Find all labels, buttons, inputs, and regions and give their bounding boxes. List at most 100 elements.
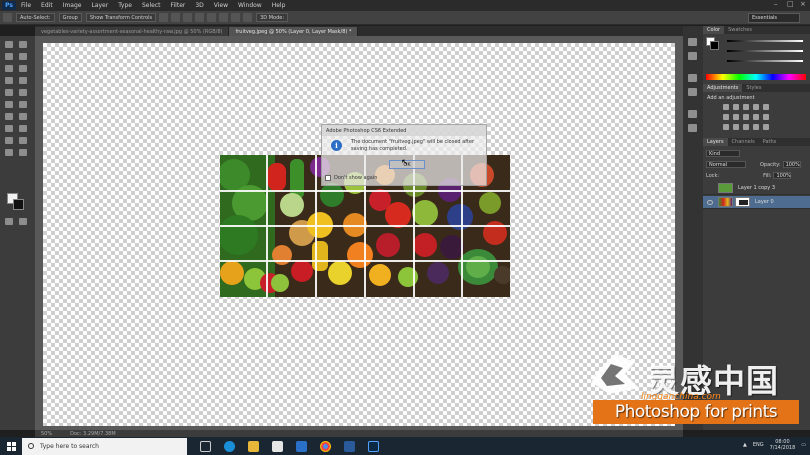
fill-field[interactable]: 100%: [773, 172, 792, 179]
brush-panel-icon[interactable]: [688, 110, 697, 118]
history-brush-tool-icon[interactable]: [19, 89, 27, 96]
move-tool-preset-icon[interactable]: [3, 13, 12, 22]
menu-image[interactable]: Image: [58, 2, 87, 9]
color-slider-g[interactable]: [727, 50, 803, 52]
align-middle-icon[interactable]: [171, 13, 181, 22]
dialog-title[interactable]: Adobe Photoshop CS6 Extended: [322, 125, 486, 136]
blur-tool-icon[interactable]: [5, 113, 13, 120]
healing-brush-tool-icon[interactable]: [5, 77, 13, 84]
menu-layer[interactable]: Layer: [86, 2, 113, 9]
hand-tool-icon[interactable]: [5, 149, 13, 156]
minimize-icon[interactable]: –: [774, 1, 781, 8]
black-white-icon[interactable]: [743, 114, 749, 120]
type-tool-icon[interactable]: [19, 125, 27, 132]
exposure-icon[interactable]: [753, 104, 759, 110]
clone-source-panel-icon[interactable]: [688, 124, 697, 132]
photoshop-logo[interactable]: Ps: [2, 1, 16, 10]
layer-filter-kind[interactable]: Kind: [706, 150, 740, 157]
edge-browser-icon[interactable]: [224, 440, 235, 452]
align-right-icon[interactable]: [219, 13, 229, 22]
tab-fruitveg-document[interactable]: fruitveg.jpeg @ 50% (Layer 0, Layer Mask…: [229, 27, 359, 36]
layer-row-selected[interactable]: Layer 0: [703, 196, 810, 209]
align-left-icon[interactable]: [195, 13, 205, 22]
quick-mask-icon[interactable]: [5, 218, 13, 225]
app-icon[interactable]: [344, 440, 355, 452]
close-icon[interactable]: ×: [800, 1, 807, 8]
align-top-icon[interactable]: [159, 13, 169, 22]
pen-tool-icon[interactable]: [5, 125, 13, 132]
gradient-tool-icon[interactable]: [19, 101, 27, 108]
layer-name[interactable]: Layer 1 copy 3: [738, 185, 775, 191]
zoom-level[interactable]: 50%: [41, 431, 52, 437]
menu-filter[interactable]: Filter: [166, 2, 191, 9]
color-slider-b[interactable]: [727, 60, 803, 62]
invert-icon[interactable]: [723, 124, 729, 130]
file-explorer-icon[interactable]: [248, 440, 259, 452]
history-panel-icon[interactable]: [688, 38, 697, 46]
gradient-map-icon[interactable]: [753, 124, 759, 130]
threshold-icon[interactable]: [743, 124, 749, 130]
network-icon[interactable]: ▲: [743, 442, 747, 448]
color-slider-r[interactable]: [727, 40, 803, 42]
visibility-eye-icon[interactable]: [707, 199, 713, 205]
zoom-tool-icon[interactable]: [19, 149, 27, 156]
quick-select-tool-icon[interactable]: [19, 53, 27, 60]
background-color-swatch[interactable]: [13, 199, 24, 210]
start-button[interactable]: [0, 437, 22, 455]
menu-edit[interactable]: Edit: [36, 2, 58, 9]
marquee-tool-icon[interactable]: [19, 41, 27, 48]
paragraph-panel-icon[interactable]: [688, 88, 697, 96]
eraser-tool-icon[interactable]: [5, 101, 13, 108]
eyedropper-tool-icon[interactable]: [19, 65, 27, 72]
menu-view[interactable]: View: [209, 2, 233, 9]
menu-3d[interactable]: 3D: [190, 2, 208, 9]
mail-icon[interactable]: [296, 440, 307, 452]
show-transform-controls-checkbox[interactable]: Show Transform Controls: [85, 13, 157, 22]
color-spectrum-bar[interactable]: [706, 74, 806, 80]
character-panel-icon[interactable]: [688, 74, 697, 82]
clock[interactable]: 08:00 7/14/2018: [770, 439, 796, 451]
layer-row[interactable]: Layer 1 copy 3: [703, 182, 810, 195]
crop-tool-icon[interactable]: [5, 65, 13, 72]
layer-mask-thumbnail[interactable]: [735, 197, 750, 207]
clone-stamp-tool-icon[interactable]: [5, 89, 13, 96]
brightness-contrast-icon[interactable]: [723, 104, 729, 110]
checkbox-box[interactable]: [325, 175, 331, 181]
menu-file[interactable]: File: [16, 2, 36, 9]
path-selection-tool-icon[interactable]: [5, 137, 13, 144]
taskbar-search[interactable]: Type here to search: [22, 437, 187, 455]
tab-vegetables-document[interactable]: vegetables-variety-assortment-seasonal-h…: [35, 27, 230, 36]
color-balance-icon[interactable]: [733, 114, 739, 120]
selective-color-icon[interactable]: [763, 124, 769, 130]
tab-swatches[interactable]: Swatches: [724, 27, 756, 33]
screen-mode-icon[interactable]: [19, 218, 27, 225]
distribute-2-icon[interactable]: [243, 13, 253, 22]
chrome-icon[interactable]: [320, 440, 331, 452]
panel-background-swatch[interactable]: [710, 41, 719, 50]
lasso-tool-icon[interactable]: [5, 53, 13, 60]
curves-icon[interactable]: [743, 104, 749, 110]
menu-help[interactable]: Help: [267, 2, 291, 9]
channel-mixer-icon[interactable]: [763, 114, 769, 120]
layer-name[interactable]: Layer 0: [755, 199, 774, 205]
dodge-tool-icon[interactable]: [19, 113, 27, 120]
menu-select[interactable]: Select: [137, 2, 166, 9]
move-tool-icon[interactable]: [5, 41, 13, 48]
visibility-toggle-icon[interactable]: [707, 186, 713, 191]
vibrance-icon[interactable]: [763, 104, 769, 110]
tab-channels[interactable]: Channels: [728, 139, 759, 145]
menu-window[interactable]: Window: [233, 2, 267, 9]
photo-filter-icon[interactable]: [753, 114, 759, 120]
auto-select-dropdown[interactable]: Group: [58, 13, 82, 22]
opacity-field[interactable]: 100%: [782, 161, 801, 168]
task-view-icon[interactable]: [200, 440, 211, 452]
document-canvas[interactable]: [43, 43, 675, 426]
tab-color[interactable]: Color: [703, 26, 725, 34]
workspace-dropdown[interactable]: Essentials: [748, 13, 800, 23]
align-center-icon[interactable]: [207, 13, 217, 22]
dont-show-again-checkbox[interactable]: Don't show again: [325, 175, 377, 181]
align-bottom-icon[interactable]: [183, 13, 193, 22]
store-icon[interactable]: [272, 440, 283, 452]
shape-tool-icon[interactable]: [19, 137, 27, 144]
tab-adjustments[interactable]: Adjustments: [703, 84, 743, 92]
